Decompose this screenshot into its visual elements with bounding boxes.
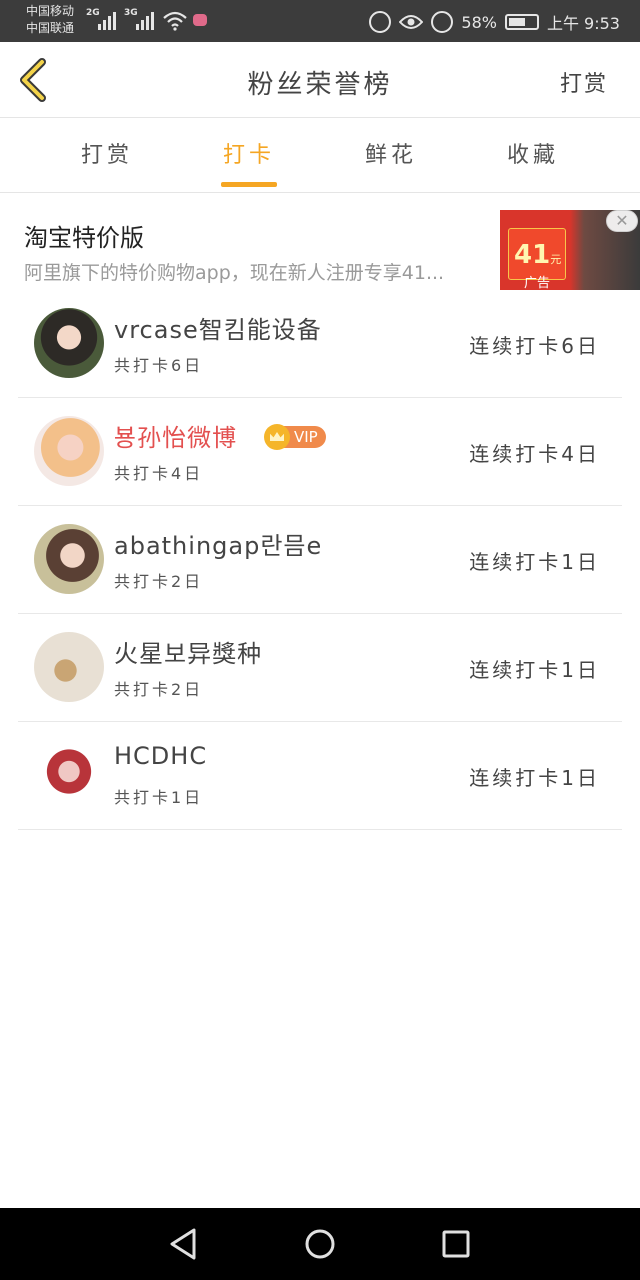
tab-active-indicator <box>221 182 277 187</box>
tab-flowers[interactable]: 鲜花 <box>320 119 462 193</box>
list-item[interactable]: 火星보异獎种 共打卡2日 连续打卡1日 <box>18 614 622 722</box>
list-item[interactable]: abathingap란믐e 共打卡2日 连续打卡1日 <box>18 506 622 614</box>
avatar[interactable] <box>34 416 104 486</box>
tab-favorites[interactable]: 收藏 <box>462 119 604 193</box>
reward-button[interactable]: 打赏 <box>560 66 608 98</box>
fan-name[interactable]: 火星보异獎种 <box>114 634 262 669</box>
eye-icon <box>399 15 424 29</box>
tab-reward[interactable]: 打赏 <box>36 119 178 193</box>
battery-percent: 58% <box>461 12 497 32</box>
carrier-2: 中国联通 <box>26 21 75 35</box>
total-checkins: 共打卡6日 <box>114 356 204 375</box>
triangle-back-icon[interactable] <box>164 1224 204 1264</box>
list-item[interactable]: vrcase智킴能设备 共打卡6日 连续打卡6日 <box>18 290 622 398</box>
signal-2-icon <box>136 10 158 30</box>
avatar[interactable] <box>34 308 104 378</box>
fan-name[interactable]: 뵹孙怡微博 <box>114 418 237 453</box>
system-nav-bar <box>0 1208 640 1280</box>
page-title: 粉丝荣誉榜 <box>247 70 393 100</box>
streak-checkins: 连续打卡6日 <box>469 334 600 358</box>
ad-banner[interactable]: 淘宝特价版 阿里旗下的特价购物app，现在新人注册专享41... 41元 广告 <box>0 202 640 294</box>
streak-checkins: 连续打卡4日 <box>469 442 600 466</box>
streak-checkins: 连续打卡1日 <box>469 766 600 790</box>
alarm-icon <box>431 11 454 33</box>
vip-label: VIP <box>284 426 326 448</box>
wifi-icon <box>163 11 187 31</box>
streak-checkins: 连续打卡1日 <box>469 550 600 574</box>
ad-description: 阿里旗下的特价购物app，现在新人注册专享41... <box>24 262 445 284</box>
avatar[interactable] <box>34 524 104 594</box>
ad-price: 41元 <box>514 240 561 270</box>
total-checkins: 共打卡2日 <box>114 680 204 699</box>
vip-badge: VIP <box>264 424 326 450</box>
circle-home-icon[interactable] <box>300 1224 340 1264</box>
ad-close-button[interactable]: ✕ <box>606 210 638 232</box>
list-item[interactable]: HCDHC 共打卡1日 连续打卡1日 <box>18 722 622 830</box>
streak-checkins: 连续打卡1日 <box>469 658 600 682</box>
status-bar: 中国移动 中国联通 2G 3G 58% 上午 9:53 <box>0 0 640 42</box>
fan-name[interactable]: HCDHC <box>114 742 207 770</box>
status-right: 58% 上午 9:53 <box>369 10 620 34</box>
ad-label: 广告 <box>524 276 551 290</box>
top-header: 粉丝荣誉榜 打赏 <box>0 42 640 118</box>
app-notification-icon <box>193 14 207 26</box>
ad-price-unit: 元 <box>550 253 562 266</box>
nfc-icon <box>369 11 392 33</box>
square-recent-icon[interactable] <box>436 1224 476 1264</box>
carrier-info: 中国移动 中国联通 <box>26 3 74 37</box>
list-item[interactable]: 뵹孙怡微博 VIP 共打卡4日 连续打卡4日 <box>18 398 622 506</box>
total-checkins: 共打卡4日 <box>114 464 204 483</box>
ad-title: 淘宝特价版 <box>24 224 144 252</box>
fan-list: vrcase智킴能设备 共打卡6日 连续打卡6日 뵹孙怡微博 VIP 共打卡4日… <box>18 290 622 830</box>
carrier-1: 中国移动 <box>26 4 75 18</box>
ad-price-value: 41 <box>514 240 551 270</box>
total-checkins: 共打卡1日 <box>114 788 204 807</box>
close-icon: ✕ <box>615 211 629 230</box>
avatar[interactable] <box>34 632 104 702</box>
crown-icon <box>264 424 290 450</box>
battery-icon <box>504 14 539 30</box>
fan-name[interactable]: abathingap란믐e <box>114 526 322 561</box>
tab-bar: 打赏 打卡 鲜花 收藏 <box>0 119 640 193</box>
avatar[interactable] <box>34 740 104 810</box>
total-checkins: 共打卡2日 <box>114 572 204 591</box>
clock: 上午 9:53 <box>546 14 620 33</box>
signal-1-icon <box>98 10 120 30</box>
fan-name[interactable]: vrcase智킴能设备 <box>114 310 322 345</box>
